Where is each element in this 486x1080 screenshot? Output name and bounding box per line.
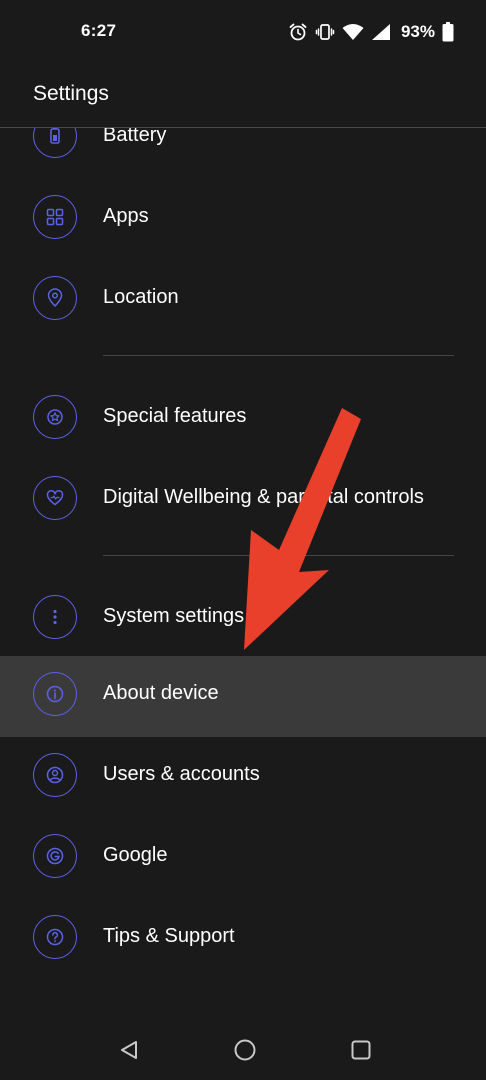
settings-item-label: Tips & Support [103, 925, 235, 947]
wifi-icon [342, 24, 364, 40]
settings-item-special-features[interactable]: Special features [0, 379, 486, 460]
battery-icon [33, 128, 77, 158]
recents-icon [351, 1040, 371, 1060]
divider [103, 355, 454, 356]
app-header: Settings [0, 64, 486, 128]
battery-percent: 93% [400, 22, 435, 41]
settings-item-label: System settings [103, 605, 245, 627]
alarm-icon [289, 23, 307, 41]
home-button[interactable] [231, 1036, 259, 1064]
settings-item-location[interactable]: Location [0, 260, 486, 341]
settings-item-apps[interactable]: Apps [0, 179, 486, 260]
back-button[interactable] [115, 1036, 143, 1064]
help-icon [33, 915, 77, 959]
battery-icon [442, 22, 454, 42]
user-icon [33, 753, 77, 797]
settings-item-system-settings[interactable]: System settings [0, 579, 486, 660]
settings-item-google[interactable]: Google [0, 818, 486, 899]
google-icon [33, 834, 77, 878]
recents-button[interactable] [347, 1036, 375, 1064]
signal-icon [371, 24, 390, 40]
settings-item-label: Special features [103, 405, 247, 427]
page-title: Settings [33, 82, 109, 105]
settings-item-battery[interactable]: Battery [0, 128, 486, 179]
info-icon [33, 672, 77, 716]
heart-icon [33, 476, 77, 520]
status-icons: 93% [288, 20, 454, 44]
settings-item-label: Users & accounts [103, 763, 260, 785]
home-icon [234, 1039, 256, 1061]
settings-item-label: Google [103, 844, 168, 866]
star-icon [33, 395, 77, 439]
settings-item-digital-wellbeing[interactable]: Digital Wellbeing & parental controls [0, 460, 486, 541]
back-icon [121, 1041, 137, 1059]
navigation-bar [0, 1020, 486, 1080]
settings-item-label: About device [103, 682, 219, 704]
apps-grid-icon [33, 195, 77, 239]
settings-item-label: Location [103, 286, 179, 308]
settings-item-label: Battery [103, 128, 167, 146]
settings-list[interactable]: Battery Apps Location Special features D… [0, 128, 486, 988]
settings-item-label: Apps [103, 205, 149, 227]
settings-item-about-device[interactable]: About device [0, 656, 486, 737]
divider [103, 555, 454, 556]
status-bar: 6:27 93% [0, 0, 486, 64]
more-vertical-icon [33, 595, 77, 639]
status-time: 6:27 [81, 21, 117, 40]
vibrate-icon [315, 24, 335, 40]
settings-item-label: Digital Wellbeing & parental controls [103, 486, 424, 508]
settings-item-users-accounts[interactable]: Users & accounts [0, 737, 486, 818]
settings-item-tips-support[interactable]: Tips & Support [0, 899, 486, 980]
location-pin-icon [33, 276, 77, 320]
